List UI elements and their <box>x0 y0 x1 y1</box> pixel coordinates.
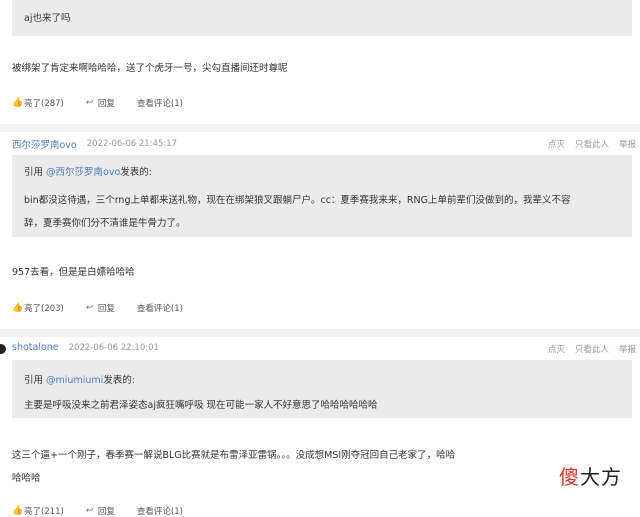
quote-user-link[interactable]: @西尔莎罗南ovo <box>46 167 120 178</box>
post-tools: 点灭 只看此人 举报 <box>538 343 636 355</box>
quote-box-2: 引用 @西尔莎罗南ovo发表的: bin都没这待遇，三个rng上单都来送礼物，现… <box>12 155 632 237</box>
reply-button[interactable]: ↩ 回复 <box>86 505 115 517</box>
reply-button[interactable]: ↩ 回复 <box>86 97 115 109</box>
post-actions: 👍 亮了(203) ↩ 回复 查看评论(1) <box>12 302 205 314</box>
quote-box-1: aj也来了吗 <box>12 0 632 36</box>
post-body: 被绑架了肯定来啊哈哈哈，送了个虎牙一号，尖勾直播间还时尊呢 <box>12 63 288 74</box>
watermark-logo: 傻大方 <box>559 465 622 489</box>
thumb-up-icon: 👍 <box>12 97 24 108</box>
quote-text: aj也来了吗 <box>24 13 71 24</box>
quote-header: 引用 @西尔莎罗南ovo发表的: <box>24 167 152 178</box>
reply-icon: ↩ <box>85 97 94 108</box>
view-comments-link[interactable]: 查看评论(1) <box>137 505 183 517</box>
post-actions: 👍 亮了(211) ↩ 回复 查看评论(1) <box>12 505 205 517</box>
quote-line: 主要是呼吸没来之前君泽姿态aj疯狂嘴呼吸 现在可能一家人不好意思了哈哈哈哈哈哈 <box>24 400 378 411</box>
timestamp: 2022-06-06 22:10:01 <box>68 342 159 353</box>
post-header: 西尔莎罗南ovo 2022-06-06 21:45:17 <box>12 137 177 151</box>
post-header: shotalone 2022-06-06 22:10:01 <box>12 342 159 353</box>
thumb-up-icon: 👍 <box>12 505 24 516</box>
post-divider <box>0 329 640 337</box>
view-comments-link[interactable]: 查看评论(1) <box>137 302 183 314</box>
like-button[interactable]: 👍 亮了(287) <box>12 97 64 109</box>
timestamp: 2022-06-06 21:45:17 <box>86 139 178 149</box>
username-link[interactable]: 西尔莎罗南ovo <box>12 137 77 151</box>
post-tools: 点灭 只看此人 举报 <box>538 138 636 150</box>
reply-icon: ↩ <box>85 505 94 516</box>
like-button[interactable]: 👍 亮了(211) <box>12 505 64 517</box>
post-actions: 👍 亮了(287) ↩ 回复 查看评论(1) <box>12 97 205 109</box>
post-body-line: 这三个逼+一个刚子，春季赛一解说BLG比赛就是布雷泽亚雷锅。。。没成想MSI刚夺… <box>12 450 456 461</box>
post-body: 957去看，但是是白嫖哈哈哈 <box>12 267 135 278</box>
post-body-line: 哈哈哈 <box>12 473 41 484</box>
post-divider <box>0 124 640 132</box>
only-this-user-link[interactable]: 只看此人 <box>575 343 609 355</box>
thumb-up-icon: 👍 <box>12 302 24 313</box>
quote-box-3: 引用 @miumiumi发表的: 主要是呼吸没来之前君泽姿态aj疯狂嘴呼吸 现在… <box>12 360 632 418</box>
report-link[interactable]: 举报 <box>619 343 636 355</box>
username-link[interactable]: shotalone <box>12 342 59 353</box>
like-button[interactable]: 👍 亮了(203) <box>12 302 64 314</box>
reply-icon: ↩ <box>85 302 94 313</box>
view-comments-link[interactable]: 查看评论(1) <box>137 97 183 109</box>
dislike-link[interactable]: 点灭 <box>548 343 565 355</box>
quote-line: bin都没这待遇，三个rng上单都来送礼物，现在在绑架狼叉跟躺尸户。cc：夏季赛… <box>24 195 571 206</box>
quote-user-link[interactable]: @miumiumi <box>46 375 103 386</box>
quote-line: 辞，夏季赛你们分不清谁是牛骨力了。 <box>24 218 186 229</box>
dislike-link[interactable]: 点灭 <box>548 138 565 150</box>
reply-button[interactable]: ↩ 回复 <box>86 302 115 314</box>
only-this-user-link[interactable]: 只看此人 <box>575 138 609 150</box>
quote-header: 引用 @miumiumi发表的: <box>24 375 135 386</box>
report-link[interactable]: 举报 <box>619 138 636 150</box>
avatar[interactable] <box>0 344 6 354</box>
